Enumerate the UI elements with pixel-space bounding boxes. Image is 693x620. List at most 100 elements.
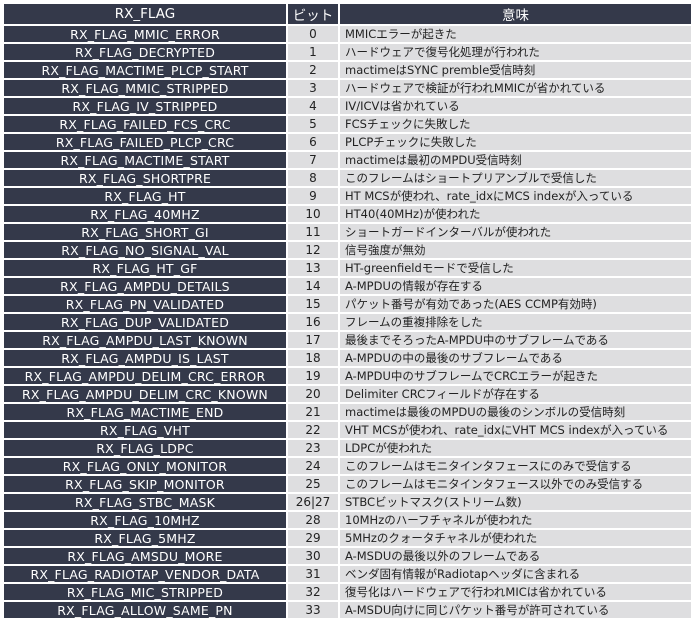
desc-cell: パケット番号が有効であった(AES CCMP有効時) [340,296,691,312]
table-row: RX_FLAG_10MHZ 28 10MHzのハーフチャネルが使われた [4,512,691,528]
rx-flag-table: RX_FLAG ビット 意味 RX_FLAG_MMIC_ERROR 0 MMICエラ… [2,2,693,620]
bit-cell: 25 [288,476,338,492]
flag-cell: RX_FLAG_LDPC [4,440,286,456]
flag-cell: RX_FLAG_MIC_STRIPPED [4,584,286,600]
flag-cell: RX_FLAG_MMIC_STRIPPED [4,80,286,96]
flag-cell: RX_FLAG_DUP_VALIDATED [4,314,286,330]
bit-cell: 7 [288,152,338,168]
bit-cell: 24 [288,458,338,474]
table-row: RX_FLAG_AMPDU_LAST_KNOWN 17 最後までそろったA-MPDU… [4,332,691,348]
table-row: RX_FLAG_HT_GF 13 HT-greenfieldモードで受信した [4,260,691,276]
desc-cell: 信号強度が無効 [340,242,691,258]
bit-cell: 5 [288,116,338,132]
bit-cell: 32 [288,584,338,600]
desc-cell: HT-greenfieldモードで受信した [340,260,691,276]
flag-cell: RX_FLAG_HT [4,188,286,204]
table-row: RX_FLAG_AMPDU_IS_LAST 18 A-MPDUの中の最後のサブフレー… [4,350,691,366]
table-row: RX_FLAG_PN_VALIDATED 15 パケット番号が有効であった(AES … [4,296,691,312]
flag-cell: RX_FLAG_MACTIME_PLCP_START [4,62,286,78]
flag-cell: RX_FLAG_MMIC_ERROR [4,26,286,42]
table-row: RX_FLAG_AMPDU_DELIM_CRC_ERROR 19 A-MPDU中のサ… [4,368,691,384]
bit-cell: 29 [288,530,338,546]
table-row: RX_FLAG_MACTIME_START 7 mactimeは最初のMPDU受信時… [4,152,691,168]
table-row: RX_FLAG_STBC_MASK 26|27 STBCビットマスク(ストリーム数) [4,494,691,510]
desc-cell: 最後までそろったA-MPDU中のサブフレームである [340,332,691,348]
table-body: RX_FLAG_MMIC_ERROR 0 MMICエラーが起きた RX_FLAG_DE… [4,26,691,618]
bit-cell: 10 [288,206,338,222]
desc-cell: mactimeはSYNC premble受信時刻 [340,62,691,78]
flag-cell: RX_FLAG_FAILED_FCS_CRC [4,116,286,132]
header-meaning: 意味 [340,4,691,24]
flag-cell: RX_FLAG_NO_SIGNAL_VAL [4,242,286,258]
bit-cell: 31 [288,566,338,582]
header-row: RX_FLAG ビット 意味 [4,4,691,24]
table-row: RX_FLAG_FAILED_PLCP_CRC 6 PLCPチェックに失敗した [4,134,691,150]
bit-cell: 30 [288,548,338,564]
table-row: RX_FLAG_MMIC_ERROR 0 MMICエラーが起きた [4,26,691,42]
flag-cell: RX_FLAG_10MHZ [4,512,286,528]
desc-cell: STBCビットマスク(ストリーム数) [340,494,691,510]
desc-cell: A-MPDU中のサブフレームでCRCエラーが起きた [340,368,691,384]
flag-cell: RX_FLAG_SHORTPRE [4,170,286,186]
table-row: RX_FLAG_DUP_VALIDATED 16 フレームの重複排除をした [4,314,691,330]
flag-cell: RX_FLAG_AMPDU_LAST_KNOWN [4,332,286,348]
bit-cell: 16 [288,314,338,330]
flag-cell: RX_FLAG_ONLY_MONITOR [4,458,286,474]
table-row: RX_FLAG_NO_SIGNAL_VAL 12 信号強度が無効 [4,242,691,258]
table-row: RX_FLAG_MIC_STRIPPED 32 復号化はハードウェアで行われMICは… [4,584,691,600]
flag-cell: RX_FLAG_SHORT_GI [4,224,286,240]
desc-cell: MMICエラーが起きた [340,26,691,42]
flag-cell: RX_FLAG_AMPDU_DELIM_CRC_ERROR [4,368,286,384]
desc-cell: Delimiter CRCフィールドが存在する [340,386,691,402]
desc-cell: HT MCSが使われ、rate_idxにMCS indexが入っている [340,188,691,204]
table-row: RX_FLAG_FAILED_FCS_CRC 5 FCSチェックに失敗した [4,116,691,132]
bit-cell: 9 [288,188,338,204]
bit-cell: 6 [288,134,338,150]
flag-cell: RX_FLAG_MACTIME_START [4,152,286,168]
table-row: RX_FLAG_MMIC_STRIPPED 3 ハードウェアで検証が行われMMICが… [4,80,691,96]
bit-cell: 1 [288,44,338,60]
bit-cell: 3 [288,80,338,96]
flag-cell: RX_FLAG_AMSDU_MORE [4,548,286,564]
bit-cell: 17 [288,332,338,348]
bit-cell: 8 [288,170,338,186]
flag-cell: RX_FLAG_AMPDU_IS_LAST [4,350,286,366]
desc-cell: HT40(40MHz)が使われた [340,206,691,222]
flag-cell: RX_FLAG_STBC_MASK [4,494,286,510]
flag-cell: RX_FLAG_SKIP_MONITOR [4,476,286,492]
flag-cell: RX_FLAG_MACTIME_END [4,404,286,420]
bit-cell: 22 [288,422,338,438]
bit-cell: 13 [288,260,338,276]
flag-cell: RX_FLAG_AMPDU_DELIM_CRC_KNOWN [4,386,286,402]
bit-cell: 11 [288,224,338,240]
table-row: RX_FLAG_ONLY_MONITOR 24 このフレームはモニタインタフェースに… [4,458,691,474]
bit-cell: 28 [288,512,338,528]
desc-cell: 10MHzのハーフチャネルが使われた [340,512,691,528]
flag-cell: RX_FLAG_VHT [4,422,286,438]
desc-cell: このフレームはモニタインタフェースにのみで受信する [340,458,691,474]
bit-cell: 23 [288,440,338,456]
desc-cell: A-MPDUの情報が存在する [340,278,691,294]
header-bit: ビット [288,4,338,24]
bit-cell: 4 [288,98,338,114]
bit-cell: 0 [288,26,338,42]
desc-cell: ハードウェアで検証が行われMMICが省かれている [340,80,691,96]
desc-cell: LDPCが使われた [340,440,691,456]
table-row: RX_FLAG_40MHZ 10 HT40(40MHz)が使われた [4,206,691,222]
desc-cell: FCSチェックに失敗した [340,116,691,132]
bit-cell: 26|27 [288,494,338,510]
table-row: RX_FLAG_AMPDU_DELIM_CRC_KNOWN 20 Delimiter… [4,386,691,402]
flag-cell: RX_FLAG_5MHZ [4,530,286,546]
flag-cell: RX_FLAG_DECRYPTED [4,44,286,60]
flag-cell: RX_FLAG_IV_STRIPPED [4,98,286,114]
table-row: RX_FLAG_SHORTPRE 8 このフレームはショートプリアンブルで受信した [4,170,691,186]
flag-cell: RX_FLAG_40MHZ [4,206,286,222]
bit-cell: 33 [288,602,338,618]
desc-cell: VHT MCSが使われ、rate_idxにVHT MCS indexが入っている [340,422,691,438]
desc-cell: ショートガードインターバルが使われた [340,224,691,240]
flag-cell: RX_FLAG_ALLOW_SAME_PN [4,602,286,618]
flag-cell: RX_FLAG_FAILED_PLCP_CRC [4,134,286,150]
desc-cell: このフレームはショートプリアンブルで受信した [340,170,691,186]
table-row: RX_FLAG_AMSDU_MORE 30 A-MSDUの最後以外のフレームである [4,548,691,564]
table-row: RX_FLAG_AMPDU_DETAILS 14 A-MPDUの情報が存在する [4,278,691,294]
